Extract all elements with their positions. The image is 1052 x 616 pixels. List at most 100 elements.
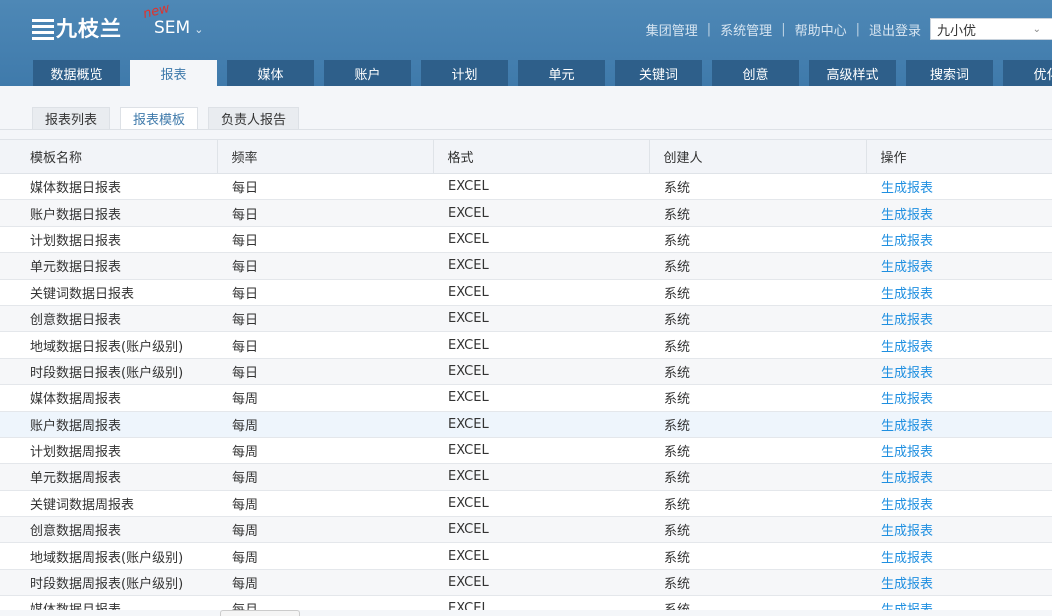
link-help-center[interactable]: 帮助中心	[795, 20, 847, 39]
product-switcher[interactable]: SEM ⌄	[154, 18, 203, 38]
cell-template-name: 账户数据周报表	[0, 411, 217, 438]
cell-template-name: 计划数据日报表	[0, 226, 217, 254]
generate-report-link[interactable]: 生成报表	[866, 199, 1052, 227]
table-header-row: 模板名称 频率 格式 创建人 操作	[0, 139, 1052, 174]
table-row: 账户数据周报表 每周 EXCEL 系统 生成报表	[0, 411, 1052, 438]
cell-template-name: 创意数据日报表	[0, 305, 217, 333]
cell-format: EXCEL	[433, 279, 649, 306]
link-group-manage[interactable]: 集团管理	[646, 20, 698, 39]
nav-plan[interactable]: 计划	[421, 60, 508, 86]
table-row: 时段数据周报表(账户级别) 每周 EXCEL 系统 生成报表	[0, 569, 1052, 597]
cell-frequency: 每日	[217, 252, 433, 280]
table-row: 账户数据日报表 每日 EXCEL 系统 生成报表	[0, 199, 1052, 227]
scrollbar[interactable]	[220, 610, 300, 616]
table-row: 创意数据日报表 每日 EXCEL 系统 生成报表	[0, 305, 1052, 333]
generate-report-link[interactable]: 生成报表	[866, 173, 1052, 201]
cell-format: EXCEL	[433, 384, 649, 412]
cell-format: EXCEL	[433, 595, 649, 610]
col-creator: 创建人	[649, 139, 867, 174]
logo-icon	[32, 17, 54, 40]
table-row: 计划数据日报表 每日 EXCEL 系统 生成报表	[0, 226, 1052, 254]
table-row: 单元数据周报表 每周 EXCEL 系统 生成报表	[0, 463, 1052, 491]
chevron-down-icon: ⌄	[194, 22, 204, 36]
nav-account[interactable]: 账户	[324, 60, 411, 86]
nav-overview[interactable]: 数据概览	[33, 60, 120, 86]
generate-report-link[interactable]: 生成报表	[866, 490, 1052, 518]
cell-template-name: 时段数据日报表(账户级别)	[0, 358, 217, 386]
nav-keyword[interactable]: 关键词	[615, 60, 702, 86]
cell-creator: 系统	[649, 173, 866, 201]
table-row: 计划数据周报表 每周 EXCEL 系统 生成报表	[0, 437, 1052, 465]
cell-frequency: 每日	[217, 358, 433, 386]
cell-template-name: 地域数据周报表(账户级别)	[0, 542, 217, 570]
cell-frequency: 每周	[217, 569, 433, 597]
cell-format: EXCEL	[433, 173, 649, 201]
cell-frequency: 每周	[217, 516, 433, 544]
chevron-down-icon: ⌄	[1032, 23, 1041, 35]
generate-report-link[interactable]: 生成报表	[866, 516, 1052, 544]
nav-unit[interactable]: 单元	[518, 60, 605, 86]
nav-media[interactable]: 媒体	[227, 60, 314, 86]
generate-report-link[interactable]: 生成报表	[866, 437, 1052, 465]
cell-creator: 系统	[649, 252, 866, 280]
cell-format: EXCEL	[433, 411, 649, 438]
link-system-manage[interactable]: 系统管理	[720, 20, 772, 39]
cell-template-name: 时段数据周报表(账户级别)	[0, 569, 217, 597]
nav-advanced-style[interactable]: 高级样式	[809, 60, 896, 86]
divider: |	[781, 22, 786, 37]
generate-report-link[interactable]: 生成报表	[866, 411, 1052, 438]
generate-report-link[interactable]: 生成报表	[866, 226, 1052, 254]
generate-report-link[interactable]: 生成报表	[866, 358, 1052, 386]
generate-report-link[interactable]: 生成报表	[866, 331, 1052, 359]
cell-format: EXCEL	[433, 252, 649, 280]
cell-creator: 系统	[649, 358, 866, 386]
cell-format: EXCEL	[433, 226, 649, 254]
cell-frequency: 每周	[217, 411, 433, 438]
cell-frequency: 每周	[217, 437, 433, 465]
nav-reports[interactable]: 报表	[130, 60, 217, 86]
cell-format: EXCEL	[433, 569, 649, 597]
col-format: 格式	[433, 139, 650, 174]
cell-format: EXCEL	[433, 437, 649, 465]
product-label: SEM	[154, 18, 191, 38]
nav-creative[interactable]: 创意	[712, 60, 799, 86]
link-logout[interactable]: 退出登录	[869, 20, 921, 39]
cell-creator: 系统	[649, 411, 866, 438]
nav-optimize[interactable]: 优化	[1003, 60, 1052, 86]
table-row: 单元数据日报表 每日 EXCEL 系统 生成报表	[0, 252, 1052, 280]
cell-frequency: 每日	[217, 173, 433, 201]
account-select[interactable]: 九小优 ⌄	[930, 18, 1052, 40]
cell-format: EXCEL	[433, 516, 649, 544]
divider: |	[706, 22, 712, 37]
nav-search-term[interactable]: 搜索词	[906, 60, 993, 86]
generate-report-link[interactable]: 生成报表	[866, 305, 1052, 333]
tab-report-list[interactable]: 报表列表	[32, 107, 111, 129]
cell-creator: 系统	[649, 569, 866, 597]
cell-creator: 系统	[649, 595, 866, 610]
logo[interactable]: 九枝兰	[32, 15, 122, 41]
cell-template-name: 地域数据日报表(账户级别)	[0, 331, 217, 359]
generate-report-link[interactable]: 生成报表	[866, 595, 1052, 610]
divider: |	[855, 22, 860, 37]
cell-frequency: 每周	[217, 542, 433, 570]
generate-report-link[interactable]: 生成报表	[866, 542, 1052, 570]
main-nav: 数据概览 报表 媒体 账户 计划 单元 关键词 创意 高级样式 搜索词 优化	[33, 60, 1052, 86]
template-table: 模板名称 频率 格式 创建人 操作 媒体数据日报表 每日 EXCEL 系统 生成报表 账户…	[0, 139, 1052, 610]
generate-report-link[interactable]: 生成报表	[866, 384, 1052, 412]
cell-frequency: 每日	[217, 226, 433, 254]
col-template-name: 模板名称	[0, 139, 218, 174]
tab-report-template[interactable]: 报表模板	[120, 107, 199, 129]
cell-format: EXCEL	[433, 199, 649, 227]
divider	[0, 129, 1052, 130]
cell-creator: 系统	[649, 463, 866, 491]
tab-owner-report[interactable]: 负责人报告	[208, 107, 300, 129]
top-links: 集团管理 | 系统管理 | 帮助中心 | 退出登录	[646, 20, 921, 39]
generate-report-link[interactable]: 生成报表	[866, 252, 1052, 280]
cell-format: EXCEL	[433, 331, 649, 359]
generate-report-link[interactable]: 生成报表	[866, 463, 1052, 491]
table-row: 地域数据周报表(账户级别) 每周 EXCEL 系统 生成报表	[0, 542, 1052, 570]
generate-report-link[interactable]: 生成报表	[866, 569, 1052, 597]
generate-report-link[interactable]: 生成报表	[866, 279, 1052, 306]
table-row: 媒体数据日报表 每日 EXCEL 系统 生成报表	[0, 173, 1052, 201]
cell-creator: 系统	[649, 542, 866, 570]
